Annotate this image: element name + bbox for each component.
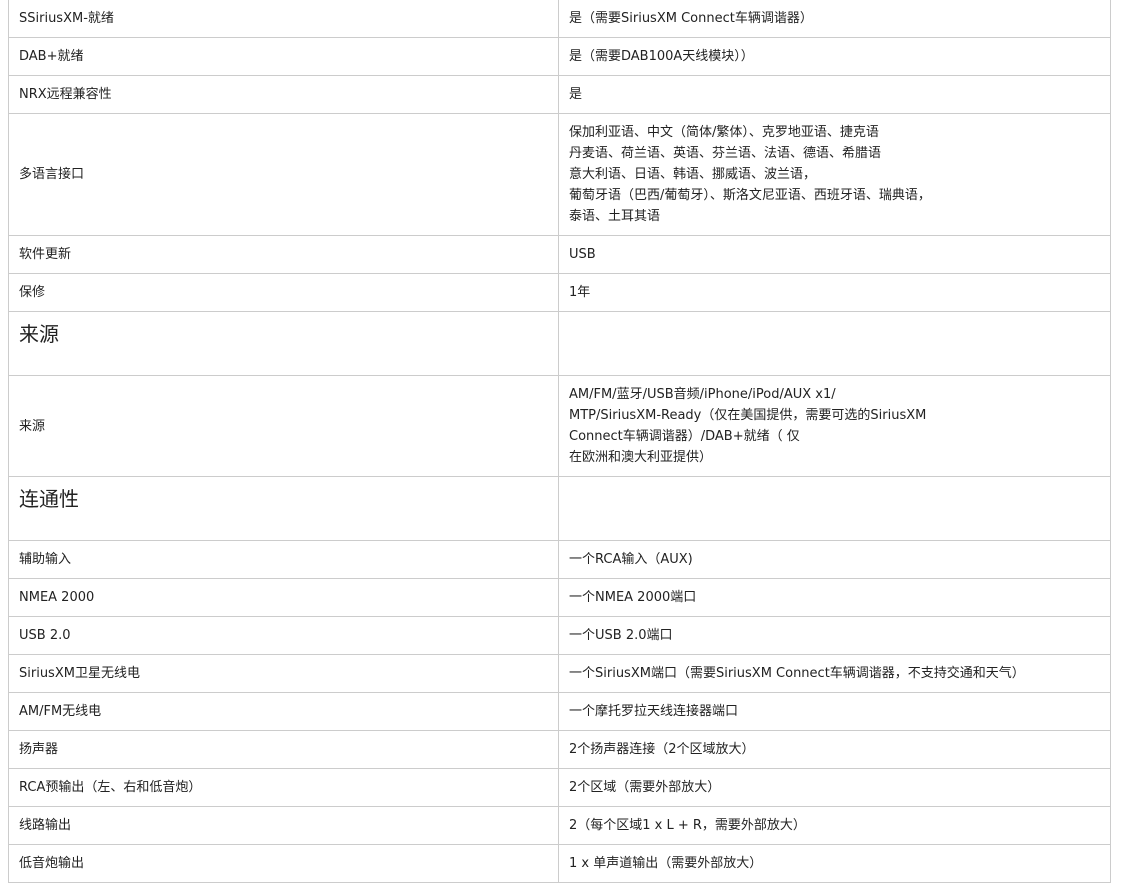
spec-value: AM/FM/蓝牙/USB音频/iPhone/iPod/AUX x1/ MTP/S… <box>558 375 1111 477</box>
spec-label: 辅助输入 <box>8 540 559 579</box>
spec-value: 一个USB 2.0端口 <box>558 616 1111 655</box>
table-row: 线路输出 2（每个区域1 x L + R，需要外部放大） <box>8 806 1111 845</box>
spec-label: USB 2.0 <box>8 616 559 655</box>
spec-label: NRX远程兼容性 <box>8 75 559 114</box>
spec-label: DAB+就绪 <box>8 37 559 76</box>
table-row: 来源 AM/FM/蓝牙/USB音频/iPhone/iPod/AUX x1/ MT… <box>8 375 1111 477</box>
spec-label: 低音炮输出 <box>8 844 559 883</box>
spec-value: 一个SiriusXM端口（需要SiriusXM Connect车辆调谐器，不支持… <box>558 654 1111 693</box>
section-heading-row: 连通性 <box>8 476 1111 541</box>
empty-cell <box>558 476 1111 541</box>
spec-label: 线路输出 <box>8 806 559 845</box>
spec-label: 保修 <box>8 273 559 312</box>
spec-value: 是（需要DAB100A天线模块）） <box>558 37 1111 76</box>
spec-value: 一个RCA输入（AUX) <box>558 540 1111 579</box>
spec-label: RCA预输出（左、右和低音炮） <box>8 768 559 807</box>
spec-value: 1 x 单声道输出（需要外部放大） <box>558 844 1111 883</box>
spec-label: SSiriusXM-就绪 <box>8 0 559 38</box>
spec-label: 软件更新 <box>8 235 559 274</box>
empty-cell <box>558 311 1111 376</box>
table-row: 软件更新 USB <box>8 235 1111 274</box>
table-row: USB 2.0 一个USB 2.0端口 <box>8 616 1111 655</box>
spec-value: 一个NMEA 2000端口 <box>558 578 1111 617</box>
table-row: 低音炮输出 1 x 单声道输出（需要外部放大） <box>8 844 1111 883</box>
spec-value: 保加利亚语、中文（简体/繁体）、克罗地亚语、捷克语 丹麦语、荷兰语、英语、芬兰语… <box>558 113 1111 236</box>
table-row: NMEA 2000 一个NMEA 2000端口 <box>8 578 1111 617</box>
spec-value: 是（需要SiriusXM Connect车辆调谐器） <box>558 0 1111 38</box>
section-heading: 来源 <box>8 311 559 376</box>
spec-value: 2（每个区域1 x L + R，需要外部放大） <box>558 806 1111 845</box>
table-row: 扬声器 2个扬声器连接（2个区域放大） <box>8 730 1111 769</box>
spec-label: 扬声器 <box>8 730 559 769</box>
spec-value: 2个扬声器连接（2个区域放大） <box>558 730 1111 769</box>
spec-label: 多语言接口 <box>8 113 559 236</box>
spec-label: AM/FM无线电 <box>8 692 559 731</box>
spec-table: SSiriusXM-就绪 是（需要SiriusXM Connect车辆调谐器） … <box>8 0 1111 883</box>
spec-value: 1年 <box>558 273 1111 312</box>
spec-value: 2个区域（需要外部放大） <box>558 768 1111 807</box>
spec-value: 一个摩托罗拉天线连接器端口 <box>558 692 1111 731</box>
table-row: SiriusXM卫星无线电 一个SiriusXM端口（需要SiriusXM Co… <box>8 654 1111 693</box>
spec-value: 是 <box>558 75 1111 114</box>
section-heading: 连通性 <box>8 476 559 541</box>
table-row: AM/FM无线电 一个摩托罗拉天线连接器端口 <box>8 692 1111 731</box>
section-heading-row: 来源 <box>8 311 1111 376</box>
table-row: 保修 1年 <box>8 273 1111 312</box>
table-row: 多语言接口 保加利亚语、中文（简体/繁体）、克罗地亚语、捷克语 丹麦语、荷兰语、… <box>8 113 1111 236</box>
spec-label: 来源 <box>8 375 559 477</box>
table-row: DAB+就绪 是（需要DAB100A天线模块）） <box>8 37 1111 76</box>
spec-label: SiriusXM卫星无线电 <box>8 654 559 693</box>
spec-label: NMEA 2000 <box>8 578 559 617</box>
table-row: RCA预输出（左、右和低音炮） 2个区域（需要外部放大） <box>8 768 1111 807</box>
table-row: 辅助输入 一个RCA输入（AUX) <box>8 540 1111 579</box>
table-row: SSiriusXM-就绪 是（需要SiriusXM Connect车辆调谐器） <box>8 0 1111 38</box>
table-row: NRX远程兼容性 是 <box>8 75 1111 114</box>
spec-value: USB <box>558 235 1111 274</box>
